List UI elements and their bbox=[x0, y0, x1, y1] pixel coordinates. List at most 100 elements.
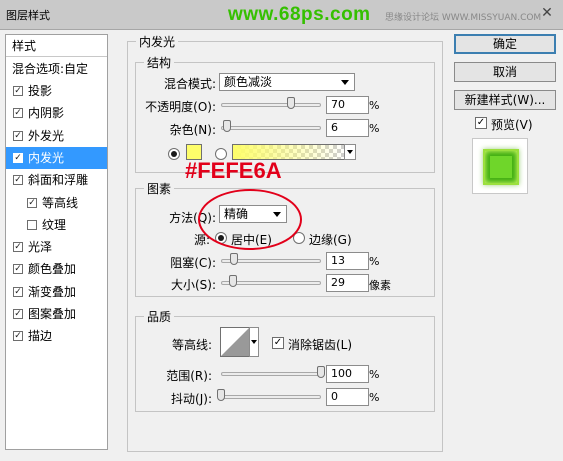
window-title: 图层样式 bbox=[6, 9, 50, 22]
watermark-site: www.68ps.com bbox=[228, 4, 371, 25]
noise-slider-thumb[interactable] bbox=[223, 120, 231, 132]
chevron-down-icon bbox=[341, 80, 349, 85]
inner-glow-title: 内发光 bbox=[136, 33, 179, 50]
choke-input[interactable]: 13 bbox=[326, 252, 369, 270]
style-item[interactable]: ✓ 投影 bbox=[6, 80, 107, 102]
range-label: 范围(R): bbox=[166, 369, 212, 383]
source-edge-label: 边缘(G) bbox=[309, 233, 352, 247]
style-item[interactable]: ✓ 外发光 bbox=[6, 125, 107, 147]
style-item-checkbox[interactable]: ✓ bbox=[13, 86, 23, 96]
style-item-checkbox[interactable]: ✓ bbox=[13, 108, 23, 119]
quality-title: 品质 bbox=[144, 308, 175, 325]
size-label: 大小(S): bbox=[170, 278, 216, 292]
style-item-label: 图案叠加 bbox=[28, 307, 77, 321]
cancel-button[interactable]: 取消 bbox=[454, 62, 556, 82]
antialias-checkbox[interactable]: ✓ bbox=[272, 337, 284, 349]
size-unit: 像素 bbox=[369, 279, 391, 292]
style-item-checkbox[interactable]: ✓ bbox=[13, 331, 23, 342]
choke-label: 阻塞(C): bbox=[170, 256, 216, 270]
style-item-label: 内阴影 bbox=[28, 106, 65, 121]
style-item[interactable]: ✓ 图案叠加 bbox=[6, 303, 107, 325]
contour-curve-icon bbox=[221, 328, 249, 356]
opacity-input[interactable]: 70 bbox=[326, 96, 369, 114]
new-style-button[interactable]: 新建样式(W)... bbox=[454, 90, 556, 110]
close-button[interactable]: ✕ bbox=[536, 5, 558, 22]
blend-options-item[interactable]: 混合选项:自定 bbox=[6, 58, 107, 80]
choke-unit: % bbox=[369, 255, 380, 268]
choke-slider-thumb[interactable] bbox=[230, 253, 238, 265]
jitter-slider[interactable] bbox=[221, 395, 321, 399]
opacity-label: 不透明度(O): bbox=[145, 100, 216, 114]
jitter-label: 抖动(J): bbox=[171, 392, 212, 406]
style-item-checkbox[interactable]: ✓ bbox=[13, 286, 23, 297]
blend-mode-label: 混合模式: bbox=[163, 77, 216, 91]
style-item-checkbox[interactable]: ✓ bbox=[13, 309, 23, 319]
style-item[interactable]: 纹理 bbox=[6, 214, 107, 236]
style-item-checkbox[interactable]: ✓ bbox=[13, 130, 23, 141]
jitter-input[interactable]: 0 bbox=[326, 388, 369, 406]
style-item-label: 渐变叠加 bbox=[28, 284, 77, 299]
ok-button[interactable]: 确定 bbox=[454, 34, 556, 54]
contour-label: 等高线: bbox=[171, 338, 212, 352]
antialias-label: 消除锯齿(L) bbox=[288, 338, 353, 352]
style-item-checkbox[interactable]: ✓ bbox=[13, 152, 23, 163]
style-item[interactable]: ✓ 内阴影 bbox=[6, 102, 107, 124]
style-item[interactable]: ✓ 内发光 bbox=[6, 146, 107, 169]
range-input[interactable]: 100 bbox=[326, 365, 369, 383]
style-item-label: 投影 bbox=[28, 84, 53, 98]
style-item-label: 等高线 bbox=[42, 195, 79, 210]
style-item-label: 内发光 bbox=[28, 150, 65, 165]
preview-checkbox[interactable]: ✓ bbox=[475, 117, 487, 129]
jitter-slider-thumb[interactable] bbox=[217, 389, 225, 401]
style-item-label: 外发光 bbox=[28, 128, 65, 143]
range-slider[interactable] bbox=[221, 372, 321, 376]
size-slider-thumb[interactable] bbox=[228, 275, 237, 287]
noise-label: 杂色(N): bbox=[169, 123, 216, 137]
gradient-dropdown[interactable] bbox=[344, 144, 356, 160]
style-item-label: 纹理 bbox=[42, 217, 67, 232]
jitter-unit: % bbox=[369, 391, 380, 404]
style-item-label: 描边 bbox=[28, 329, 53, 344]
blend-mode-value: 颜色减淡 bbox=[224, 75, 273, 89]
opacity-slider[interactable] bbox=[221, 103, 321, 107]
elements-title: 图素 bbox=[144, 180, 175, 197]
style-item-label: 斜面和浮雕 bbox=[28, 173, 89, 188]
range-slider-thumb[interactable] bbox=[317, 366, 325, 378]
range-unit: % bbox=[369, 368, 380, 381]
styles-header: 样式 bbox=[6, 35, 107, 57]
annotation-highlight-circle bbox=[198, 189, 302, 250]
noise-input[interactable]: 6 bbox=[326, 119, 369, 137]
preview-label: 预览(V) bbox=[491, 118, 533, 132]
style-item[interactable]: ✓ 渐变叠加 bbox=[6, 281, 107, 303]
styles-header-label: 样式 bbox=[12, 39, 37, 53]
style-item[interactable]: ✓ 描边 bbox=[6, 325, 107, 347]
styles-list: 样式 混合选项:自定 ✓ 投影 ✓ 内阴影 ✓ 外发光 ✓ 内发光 ✓ 斜面和浮雕 ✓ 等高线纹理 ✓ 光… bbox=[5, 34, 108, 450]
structure-title: 结构 bbox=[144, 54, 175, 71]
style-item[interactable]: ✓ 光泽 bbox=[6, 236, 107, 258]
solid-color-radio[interactable] bbox=[168, 148, 180, 160]
noise-slider[interactable] bbox=[221, 126, 321, 130]
style-item[interactable]: ✓ 斜面和浮雕 bbox=[6, 169, 107, 191]
style-item[interactable]: ✓ 颜色叠加 bbox=[6, 258, 107, 280]
annotation-hex-label: #FEFE6A bbox=[185, 158, 282, 183]
opacity-slider-thumb[interactable] bbox=[287, 97, 295, 109]
watermark-forum: 思缘设计论坛 WWW.MISSYUAN.COM bbox=[385, 13, 542, 23]
style-item[interactable]: ✓ 等高线 bbox=[6, 192, 107, 214]
style-item-label: 光泽 bbox=[28, 240, 53, 255]
style-item-checkbox[interactable]: ✓ bbox=[27, 197, 37, 208]
blend-mode-dropdown[interactable]: 颜色减淡 bbox=[219, 73, 355, 91]
opacity-unit: % bbox=[369, 99, 380, 112]
chevron-down-icon bbox=[251, 340, 257, 344]
style-item-checkbox[interactable] bbox=[27, 219, 37, 230]
blend-options-label: 混合选项:自定 bbox=[12, 62, 89, 76]
size-input[interactable]: 29 bbox=[326, 274, 369, 292]
noise-unit: % bbox=[369, 122, 380, 135]
contour-preview[interactable] bbox=[220, 327, 250, 357]
style-item-checkbox[interactable]: ✓ bbox=[13, 242, 23, 253]
style-item-label: 颜色叠加 bbox=[28, 262, 77, 277]
style-item-checkbox[interactable]: ✓ bbox=[13, 264, 23, 275]
style-preview-thumbnail bbox=[472, 138, 528, 194]
contour-dropdown[interactable] bbox=[249, 327, 259, 357]
style-item-checkbox[interactable]: ✓ bbox=[13, 175, 23, 186]
chevron-down-icon bbox=[347, 150, 353, 154]
